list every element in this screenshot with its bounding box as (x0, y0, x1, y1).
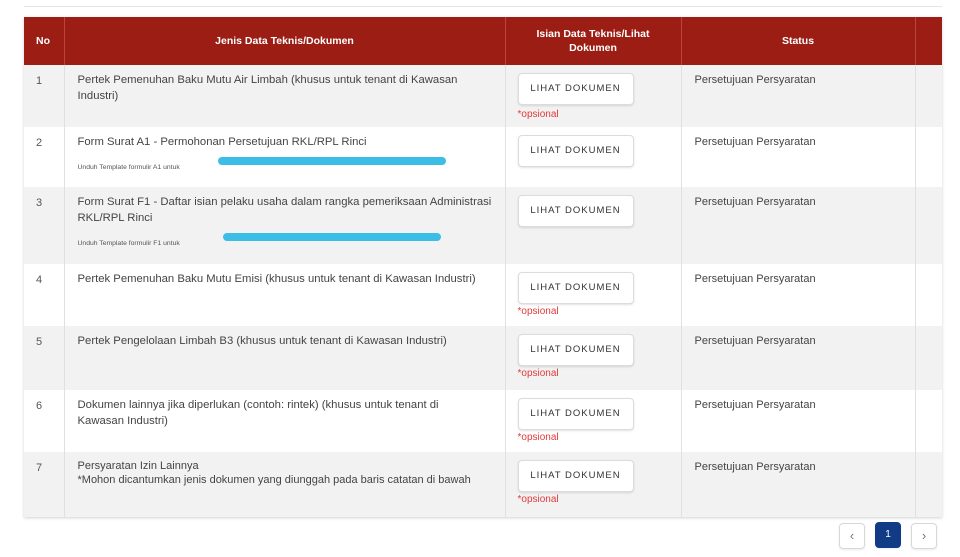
status-text: Persetujuan Persyaratan (681, 452, 916, 517)
row-number: 5 (24, 326, 65, 390)
row-number: 7 (24, 452, 65, 517)
document-title: Persyaratan Izin Lainnya (77, 460, 199, 472)
view-document-button[interactable]: LIHAT DOKUMEN (517, 135, 634, 167)
table-row: 7 Persyaratan Izin Lainnya *Mohon dicant… (24, 452, 942, 517)
document-table: No Jenis Data Teknis/Dokumen Isian Data … (24, 17, 942, 517)
row-extra-cell (915, 452, 942, 517)
optional-label: *opsional (517, 494, 559, 505)
row-number: 3 (24, 187, 65, 264)
table-header-row: No Jenis Data Teknis/Dokumen Isian Data … (24, 17, 942, 65)
template-download-text[interactable]: Unduh Template formulir F1 untuk (78, 240, 180, 247)
header-isian: Isian Data Teknis/Lihat Dokumen (505, 17, 682, 65)
view-document-button[interactable]: LIHAT DOKUMEN (517, 398, 634, 430)
row-action-cell: LIHAT DOKUMEN *opsional (505, 264, 682, 326)
template-download-note: Unduh Template formulir A1 untuk (78, 157, 493, 172)
chevron-left-icon: ‹ (849, 528, 855, 543)
header-status: Status (681, 17, 916, 65)
row-document-name: Pertek Pemenuhan Baku Mutu Emisi (khusus… (64, 264, 506, 326)
row-document-name: Form Surat F1 - Daftar isian pelaku usah… (64, 187, 506, 264)
row-action-cell: LIHAT DOKUMEN (505, 127, 682, 187)
row-action-cell: LIHAT DOKUMEN *opsional (505, 326, 682, 390)
view-document-button[interactable]: LIHAT DOKUMEN (517, 195, 634, 227)
document-title: Pertek Pemenuhan Baku Mutu Emisi (khusus… (77, 273, 476, 285)
optional-label: *opsional (517, 432, 559, 443)
row-extra-cell (915, 390, 942, 452)
template-download-note: Unduh Template formulir F1 untuk (78, 233, 493, 248)
row-action-cell: LIHAT DOKUMEN *opsional (505, 452, 682, 517)
header-no: No (24, 17, 65, 65)
pagination-next-button[interactable]: › (911, 523, 937, 549)
table-row: 3 Form Surat F1 - Daftar isian pelaku us… (24, 187, 942, 264)
row-document-name: Dokumen lainnya jika diperlukan (contoh:… (64, 390, 506, 452)
pagination-prev-button[interactable]: ‹ (839, 523, 865, 549)
status-text: Persetujuan Persyaratan (681, 187, 916, 264)
row-extra-cell (915, 187, 942, 264)
table-row: 1 Pertek Pemenuhan Baku Mutu Air Limbah … (24, 65, 942, 127)
top-divider (24, 6, 942, 7)
row-document-name: Pertek Pemenuhan Baku Mutu Air Limbah (k… (64, 65, 506, 127)
status-text: Persetujuan Persyaratan (681, 326, 916, 390)
status-text: Persetujuan Persyaratan (681, 65, 916, 127)
view-document-button[interactable]: LIHAT DOKUMEN (517, 272, 634, 304)
chevron-right-icon: › (921, 528, 927, 543)
row-document-name: Pertek Pengelolaan Limbah B3 (khusus unt… (64, 326, 506, 390)
header-extra (915, 17, 942, 65)
document-title: Dokumen lainnya jika diperlukan (contoh:… (77, 399, 439, 427)
row-action-cell: LIHAT DOKUMEN (505, 187, 682, 264)
document-title: Form Surat F1 - Daftar isian pelaku usah… (77, 196, 492, 224)
table-row: 2 Form Surat A1 - Permohonan Persetujuan… (24, 127, 942, 187)
table-row: 4 Pertek Pemenuhan Baku Mutu Emisi (khus… (24, 264, 942, 326)
document-title: Form Surat A1 - Permohonan Persetujuan R… (77, 136, 367, 148)
row-extra-cell (915, 127, 942, 187)
status-text: Persetujuan Persyaratan (681, 264, 916, 326)
row-number: 2 (24, 127, 65, 187)
row-extra-cell (915, 264, 942, 326)
row-document-name: Form Surat A1 - Permohonan Persetujuan R… (64, 127, 506, 187)
optional-label: *opsional (517, 109, 559, 120)
header-jenis: Jenis Data Teknis/Dokumen (64, 17, 506, 65)
table-row: 6 Dokumen lainnya jika diperlukan (conto… (24, 390, 942, 452)
document-subtitle: *Mohon dicantumkan jenis dokumen yang di… (77, 474, 471, 486)
row-extra-cell (915, 326, 942, 390)
pagination-page-1[interactable]: 1 (875, 522, 901, 548)
document-title: Pertek Pemenuhan Baku Mutu Air Limbah (k… (77, 74, 458, 102)
template-download-text[interactable]: Unduh Template formulir A1 untuk (78, 164, 180, 171)
row-document-name: Persyaratan Izin Lainnya *Mohon dicantum… (64, 452, 506, 517)
table-row: 5 Pertek Pengelolaan Limbah B3 (khusus u… (24, 326, 942, 390)
redaction-mark (217, 157, 446, 165)
row-number: 6 (24, 390, 65, 452)
row-extra-cell (915, 65, 942, 127)
redaction-mark (222, 233, 441, 241)
optional-label: *opsional (517, 306, 559, 317)
optional-label: *opsional (517, 368, 559, 379)
status-text: Persetujuan Persyaratan (681, 390, 916, 452)
row-action-cell: LIHAT DOKUMEN *opsional (505, 65, 682, 127)
row-number: 1 (24, 65, 65, 127)
view-document-button[interactable]: LIHAT DOKUMEN (517, 334, 634, 366)
status-text: Persetujuan Persyaratan (681, 127, 916, 187)
row-action-cell: LIHAT DOKUMEN *opsional (505, 390, 682, 452)
row-number: 4 (24, 264, 65, 326)
view-document-button[interactable]: LIHAT DOKUMEN (517, 73, 634, 105)
view-document-button[interactable]: LIHAT DOKUMEN (517, 460, 634, 492)
document-title: Pertek Pengelolaan Limbah B3 (khusus unt… (77, 335, 447, 347)
